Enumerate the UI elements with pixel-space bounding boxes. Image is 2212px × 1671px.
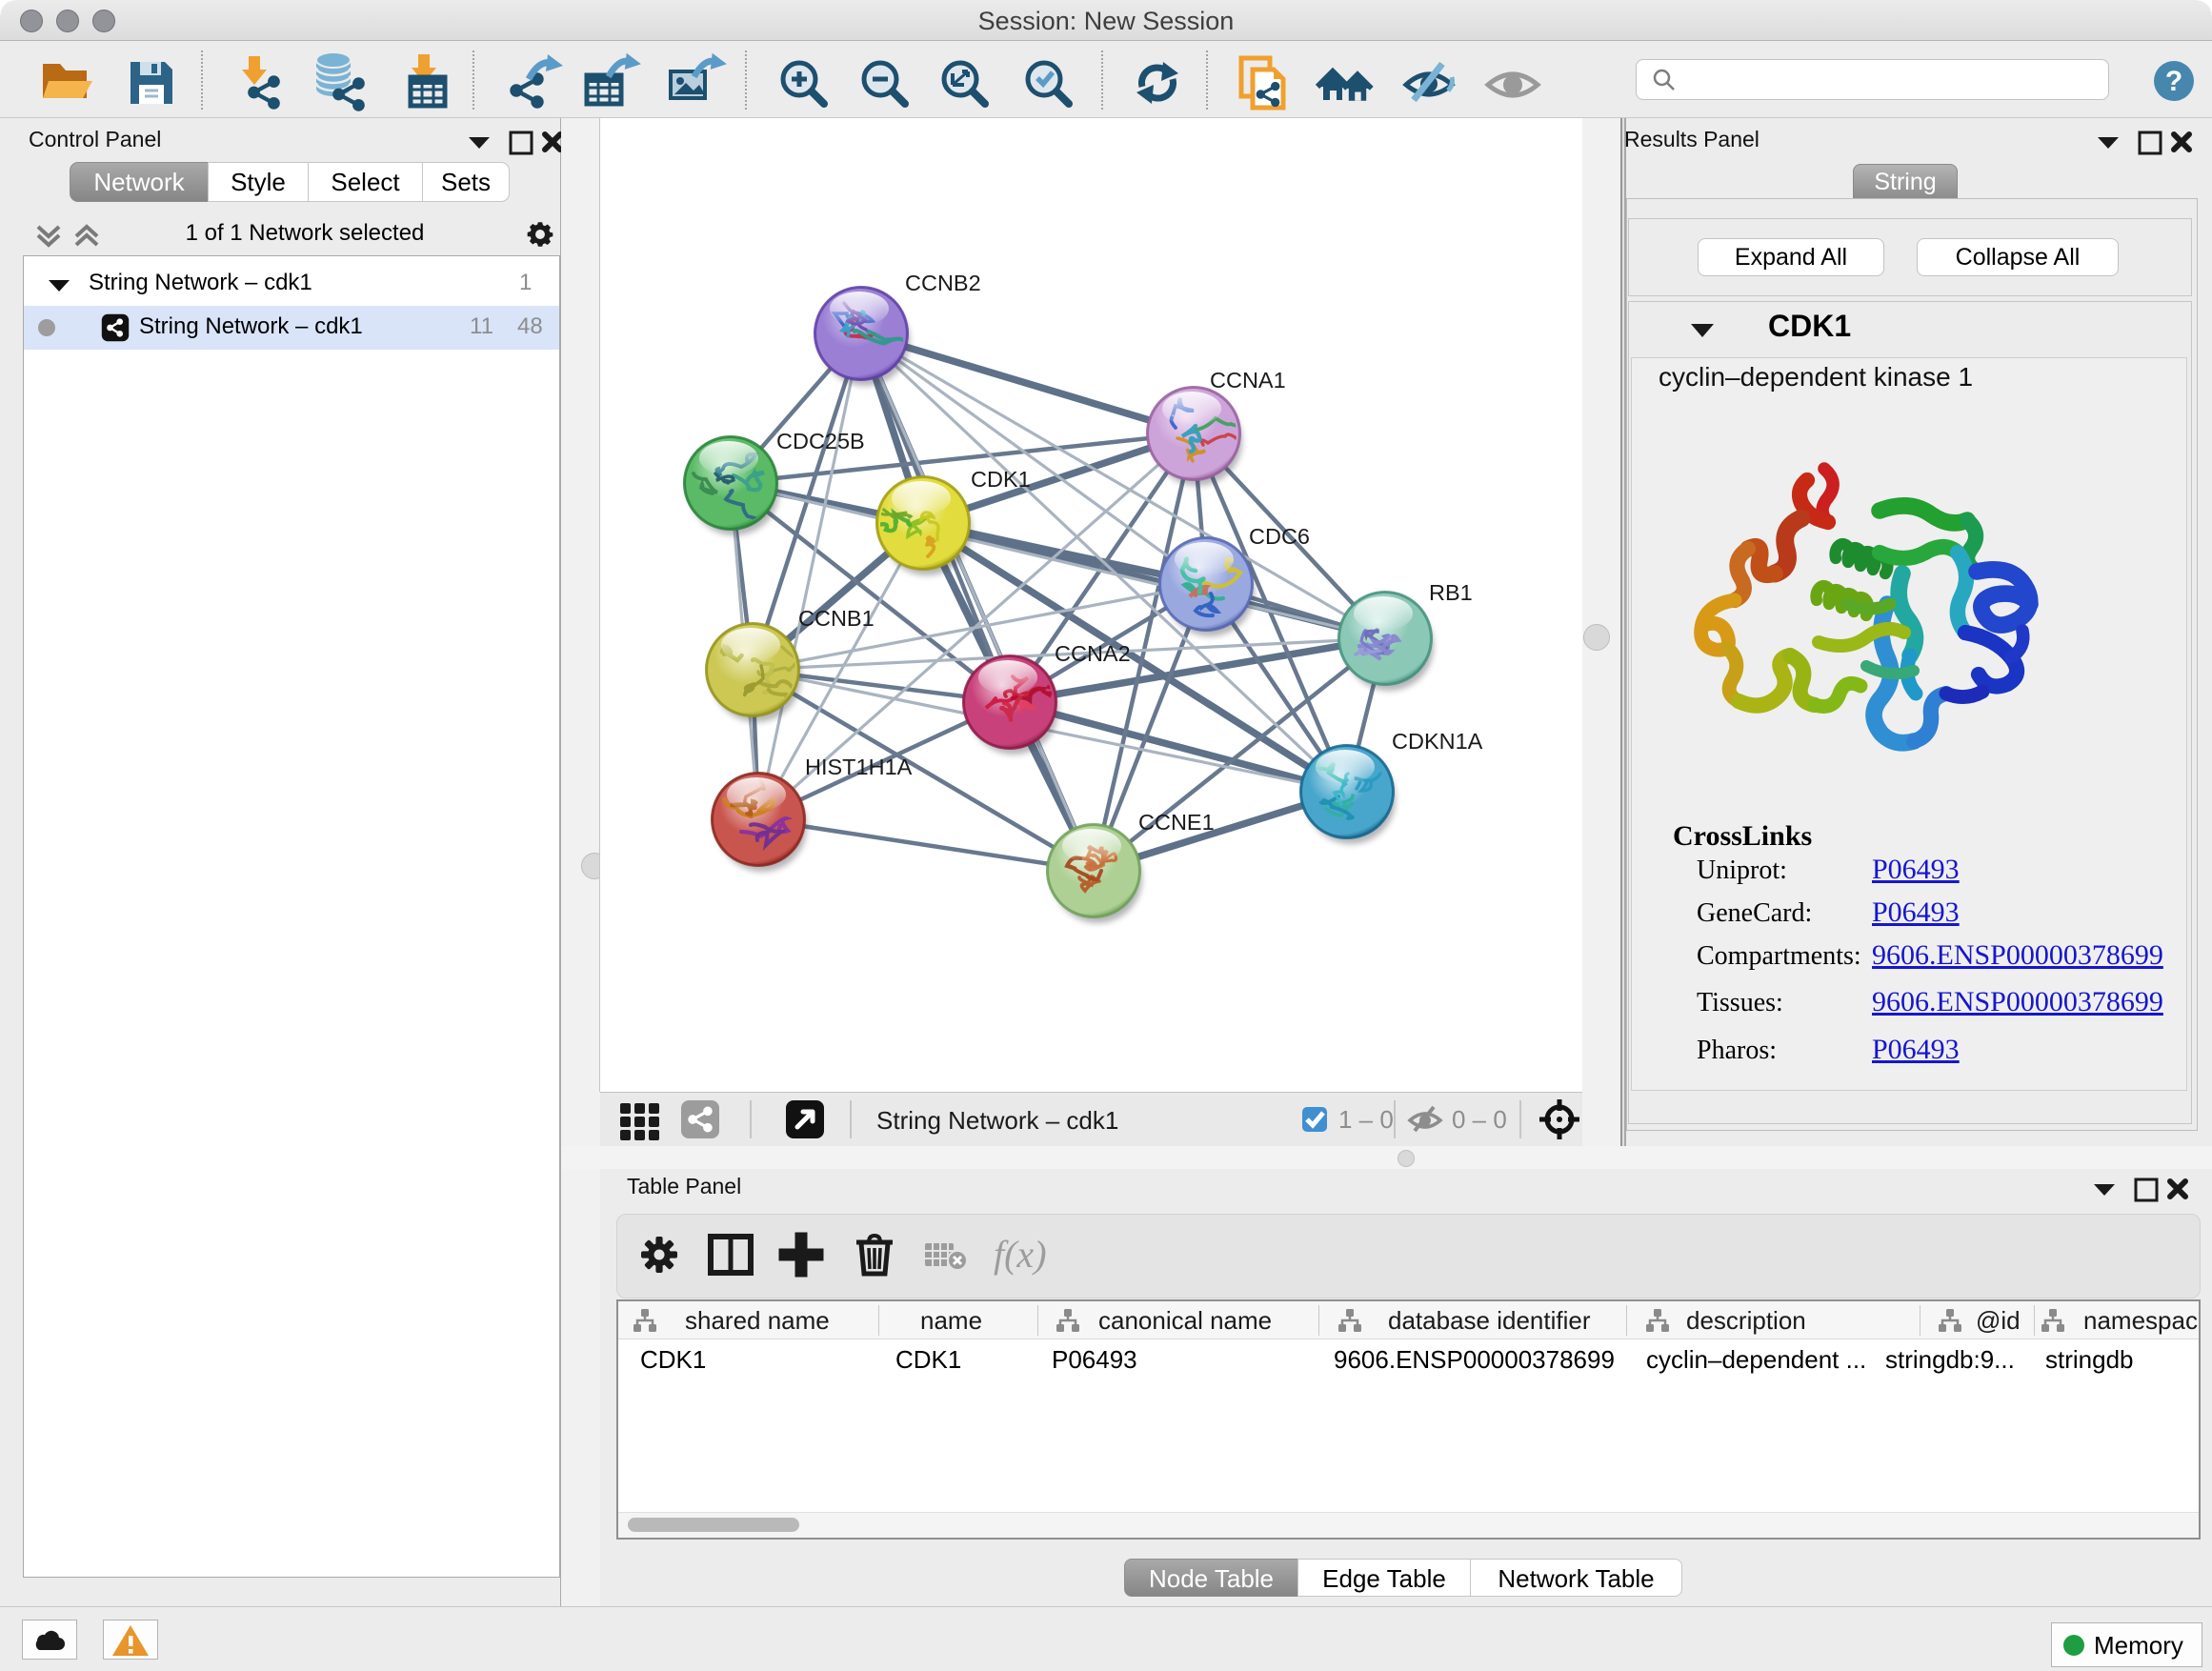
svg-text:CCNA1: CCNA1 <box>1210 368 1286 393</box>
svg-text:CDK1: CDK1 <box>971 467 1031 492</box>
svg-text:?: ? <box>2165 66 2182 97</box>
svg-text:CCNB1: CCNB1 <box>798 606 875 631</box>
svg-text:1 – 0: 1 – 0 <box>1338 1105 1394 1134</box>
svg-text:HIST1H1A: HIST1H1A <box>805 755 913 779</box>
svg-text:0 – 0: 0 – 0 <box>1452 1105 1507 1134</box>
svg-text:CCNE1: CCNE1 <box>1138 810 1215 835</box>
svg-text:f(x): f(x) <box>994 1233 1047 1276</box>
svg-text:CDKN1A: CDKN1A <box>1392 729 1483 754</box>
svg-text:RB1: RB1 <box>1429 580 1473 605</box>
svg-text:CDC6: CDC6 <box>1249 524 1310 549</box>
svg-text:CCNA2: CCNA2 <box>1055 641 1131 666</box>
svg-text:CDC25B: CDC25B <box>776 429 865 453</box>
svg-text:CCNB2: CCNB2 <box>905 271 981 295</box>
